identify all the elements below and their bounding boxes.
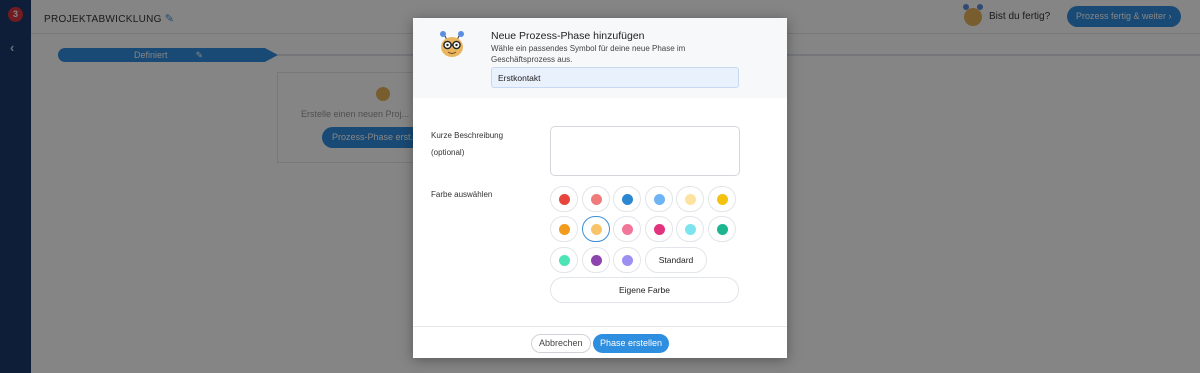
- color-swatch-teal[interactable]: [707, 216, 736, 242]
- color-dot-pink: [622, 224, 633, 235]
- color-dot-yellow: [716, 194, 728, 205]
- color-dot-magenta: [653, 224, 665, 235]
- short-description-label: Kurze Beschreibung (optional): [431, 128, 503, 160]
- color-dot-aqua: [685, 224, 696, 235]
- color-dot-teal: [716, 224, 728, 235]
- color-swatch-light-blue[interactable]: [644, 186, 673, 212]
- color-dot-mint: [559, 255, 570, 266]
- modal-title: Neue Prozess-Phase hinzufügen: [491, 30, 645, 42]
- color-swatch-cream[interactable]: [676, 186, 704, 212]
- color-label: Farbe auswählen: [431, 190, 493, 199]
- color-swatch-lavender[interactable]: [613, 247, 641, 273]
- color-dot-lavender: [622, 255, 633, 266]
- standard-color-button[interactable]: Standard: [645, 247, 707, 273]
- color-swatch-magenta[interactable]: [644, 216, 673, 242]
- modal-footer: Abbrechen Phase erstellen: [413, 326, 787, 358]
- color-dot-blue: [622, 194, 633, 205]
- nerd-mascot-icon[interactable]: [438, 30, 466, 58]
- color-swatch-salmon[interactable]: [581, 186, 610, 212]
- cancel-button[interactable]: Abbrechen: [531, 334, 591, 353]
- modal-header: Neue Prozess-Phase hinzufügen Wähle ein …: [413, 18, 787, 98]
- color-swatch-light-orange[interactable]: [581, 216, 610, 242]
- short-description-label-line2: (optional): [431, 148, 465, 157]
- color-swatch-red[interactable]: [550, 186, 578, 212]
- color-dot-red: [559, 194, 570, 205]
- color-swatch-purple[interactable]: [581, 247, 610, 273]
- color-swatch-aqua[interactable]: [676, 216, 704, 242]
- color-dot-salmon: [590, 194, 602, 205]
- custom-color-button[interactable]: Eigene Farbe: [550, 277, 739, 303]
- add-phase-modal: Neue Prozess-Phase hinzufügen Wähle ein …: [413, 18, 787, 358]
- color-dot-light-blue: [653, 194, 665, 205]
- create-phase-submit-button[interactable]: Phase erstellen: [593, 334, 670, 353]
- color-dot-purple: [590, 255, 602, 266]
- phase-name-input[interactable]: [491, 67, 739, 88]
- modal-description: Wähle ein passendes Symbol für deine neu…: [491, 44, 686, 64]
- color-swatch-blue[interactable]: [613, 186, 641, 212]
- short-description-textarea[interactable]: [550, 126, 740, 176]
- color-dot-cream: [685, 194, 696, 205]
- short-description-label-line1: Kurze Beschreibung: [431, 131, 504, 140]
- color-swatch-yellow[interactable]: [707, 186, 736, 212]
- color-dot-light-orange: [590, 224, 602, 235]
- color-swatch-mint[interactable]: [550, 247, 578, 273]
- color-swatch-orange[interactable]: [550, 216, 578, 242]
- color-dot-orange: [559, 224, 570, 235]
- color-swatch-pink[interactable]: [613, 216, 641, 242]
